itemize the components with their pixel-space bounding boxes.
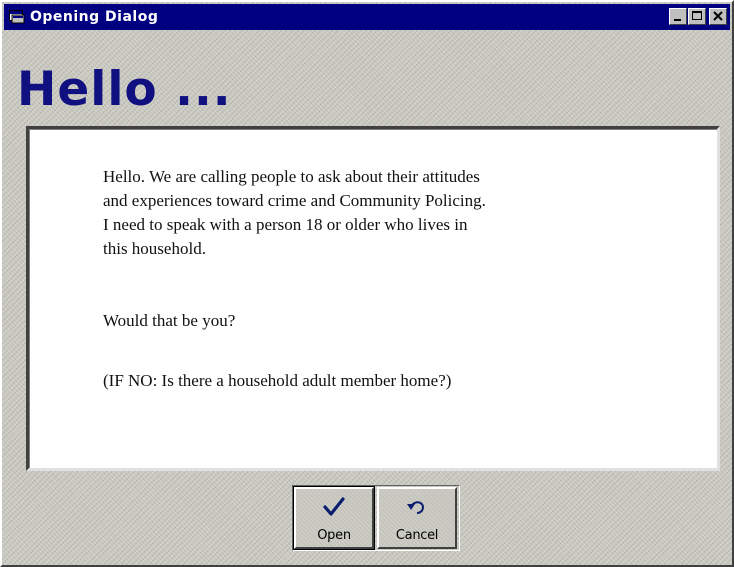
intro-line: I need to speak with a person 18 or olde… [103, 215, 468, 234]
cancel-button-label: Cancel [395, 528, 439, 543]
minimize-button[interactable] [669, 8, 687, 25]
interviewer-instruction: (IF NO: Is there a household adult membe… [103, 371, 452, 390]
question-text: Would that be you? [103, 311, 236, 330]
app-icon[interactable] [9, 10, 25, 24]
caption-buttons [669, 8, 727, 25]
maximize-button[interactable] [688, 8, 706, 25]
cancel-button[interactable]: Cancel [377, 487, 457, 549]
dialog-window: Opening Dialog Hello ... Hello. We are c… [0, 0, 734, 567]
close-button[interactable] [709, 8, 727, 25]
greeting-heading: Hello ... [17, 62, 232, 117]
window-title: Opening Dialog [30, 9, 159, 25]
intro-line: Hello. We are calling people to ask abou… [103, 167, 480, 186]
close-icon [713, 11, 723, 21]
open-button-label: Open [317, 528, 351, 543]
title-bar[interactable]: Opening Dialog [4, 4, 730, 30]
minimize-icon [674, 19, 681, 21]
checkmark-icon [296, 493, 372, 521]
undo-arrow-icon [379, 493, 455, 521]
script-text-panel: Hello. We are calling people to ask abou… [26, 126, 720, 471]
intro-line: this household. [103, 239, 206, 258]
intro-paragraph: Hello. We are calling people to ask abou… [103, 165, 486, 261]
intro-line: and experiences toward crime and Communi… [103, 191, 486, 210]
maximize-icon [692, 11, 702, 20]
action-button-group: Open Cancel [292, 485, 460, 551]
open-button[interactable]: Open [293, 486, 375, 550]
